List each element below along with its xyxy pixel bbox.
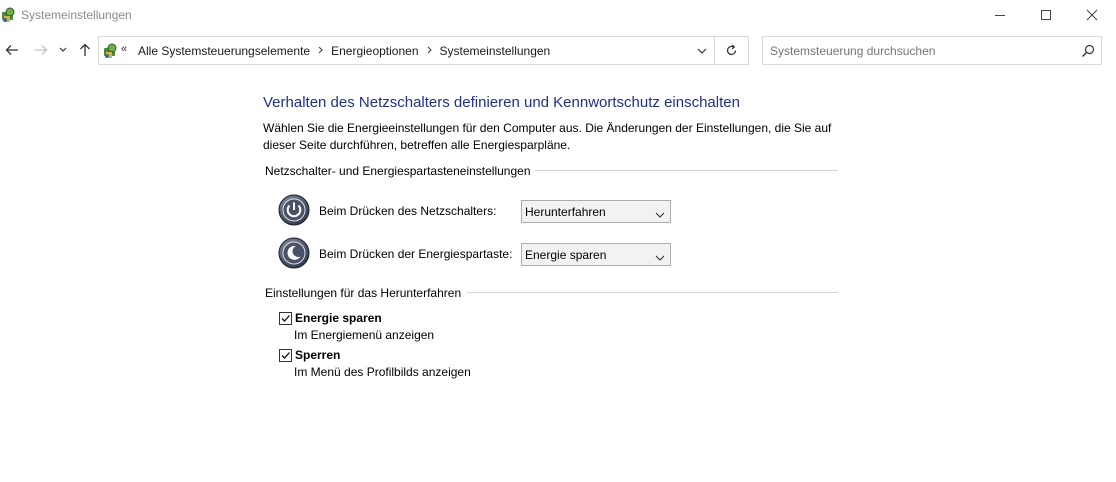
checkmark-icon <box>281 315 290 322</box>
navigation-bar: « Alle Systemsteuerungselemente Energieo… <box>0 33 1116 67</box>
control-panel-icon <box>0 6 18 24</box>
search-box[interactable] <box>762 36 1102 65</box>
lock-option-title[interactable]: Sperren <box>295 348 340 362</box>
sleep-option-title[interactable]: Energie sparen <box>295 311 382 325</box>
power-button-action-select[interactable]: Herunterfahren <box>521 200 671 223</box>
breadcrumb-item-all-items[interactable]: Alle Systemsteuerungselemente <box>138 44 310 58</box>
power-group-title: Netzschalter- und Energiespartasteneinst… <box>265 164 531 178</box>
chevron-down-icon <box>655 251 665 261</box>
arrow-left-icon <box>5 45 18 55</box>
page-description: Wählen Sie die Energieeinstellungen für … <box>263 121 832 152</box>
minimize-button[interactable] <box>977 0 1023 30</box>
group-divider <box>467 292 838 293</box>
search-input[interactable] <box>770 44 1070 58</box>
recent-locations-button[interactable] <box>56 41 70 59</box>
breadcrumb-item-power-options[interactable]: Energieoptionen <box>331 44 418 58</box>
chevron-down-icon <box>655 208 665 218</box>
refresh-button[interactable] <box>715 36 749 65</box>
group-divider <box>535 170 838 171</box>
sleep-menu-checkbox[interactable] <box>279 312 292 325</box>
sleep-button-label: Beim Drücken der Energiespartaste: <box>319 247 513 261</box>
breadcrumb: Alle Systemsteuerungselemente Energieopt… <box>138 44 550 58</box>
address-bar[interactable]: « Alle Systemsteuerungselemente Energieo… <box>98 36 715 65</box>
chevron-right-icon[interactable] <box>318 46 323 56</box>
refresh-icon <box>726 44 737 56</box>
maximize-button[interactable] <box>1023 0 1069 30</box>
close-button[interactable] <box>1069 0 1115 30</box>
arrow-up-icon <box>80 43 90 56</box>
sleep-button-icon <box>278 237 310 269</box>
sleep-button-action-select[interactable]: Energie sparen <box>521 243 671 266</box>
select-value: Energie sparen <box>525 248 607 262</box>
power-button-icon <box>278 194 310 226</box>
title-bar: Systemeinstellungen <box>0 0 1116 30</box>
power-button-label: Beim Drücken des Netzschalters: <box>319 204 497 218</box>
breadcrumb-item-system-settings[interactable]: Systemeinstellungen <box>440 44 551 58</box>
forward-button[interactable] <box>32 41 50 59</box>
search-icon[interactable] <box>1081 44 1095 58</box>
chevron-down-icon <box>697 48 707 54</box>
page-title: Verhalten des Netzschalters definieren u… <box>263 94 740 111</box>
lock-option-subtitle: Im Menü des Profilbilds anzeigen <box>294 365 471 379</box>
window-title: Systemeinstellungen <box>21 8 132 22</box>
lock-menu-checkbox[interactable] <box>279 349 292 362</box>
back-button[interactable] <box>3 41 21 59</box>
sleep-option-subtitle: Im Energiemenü anzeigen <box>294 328 435 342</box>
chevron-right-icon[interactable] <box>427 46 432 56</box>
checkmark-icon <box>281 352 290 359</box>
up-button[interactable] <box>76 41 94 59</box>
shutdown-group-title: Einstellungen für das Herunterfahren <box>265 286 462 300</box>
arrow-right-icon <box>35 45 48 55</box>
control-panel-icon <box>102 42 120 60</box>
select-value: Herunterfahren <box>525 205 606 219</box>
breadcrumb-overflow[interactable]: « <box>121 43 127 55</box>
chevron-down-icon <box>59 47 67 52</box>
address-history-button[interactable] <box>696 45 708 57</box>
